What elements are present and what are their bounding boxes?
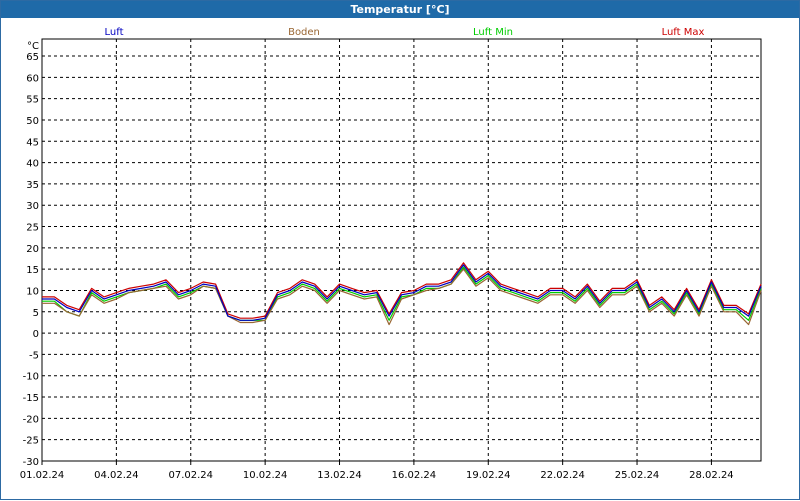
temperature-chart: 65605550454035302520151050-5-10-15-20-25… [20,27,762,481]
y-tick-label: 60 [26,73,39,84]
x-tick-label: 10.02.24 [243,470,288,481]
x-tick-label: 16.02.24 [392,470,437,481]
x-tick-label: 13.02.24 [317,470,362,481]
y-tick-label: 45 [26,137,39,148]
y-tick-label: 5 [33,308,39,319]
y-axis-unit-label: °C [27,41,39,52]
x-tick-label: 04.02.24 [94,470,139,481]
chart-window: Temperatur [°C] 65 60 55 50 45 40 35 30 25 20 15 10… [0,0,800,500]
y-tick-label: 15 [26,265,39,276]
y-tick-label: 50 [26,116,39,127]
y-tick-label: -15 [23,393,39,404]
y-tick-label: 20 [26,244,39,255]
x-tick-label: 22.02.24 [540,470,585,481]
y-tick-label: 25 [26,223,39,234]
y-tick-label: -30 [23,457,39,468]
x-tick-label: 07.02.24 [168,470,213,481]
legend-item-boden: Boden [288,27,320,38]
y-tick-label: 0 [33,329,39,340]
legend-item-luft-max: Luft Max [662,27,705,38]
y-tick-label: -10 [23,372,39,383]
x-tick-label: 19.02.24 [466,470,511,481]
x-tick-label: 25.02.24 [615,470,660,481]
y-tick-label: -25 [23,436,39,447]
plot-area [41,38,762,462]
x-tick-label: 28.02.24 [689,470,734,481]
y-tick-label: 30 [26,201,39,212]
y-tick-label: 55 [26,95,39,106]
y-tick-label: -5 [29,350,39,361]
x-tick-label: 01.02.24 [20,470,65,481]
y-tick-label: 40 [26,159,39,170]
legend-item-luft-min: Luft Min [473,27,513,38]
y-tick-label: 65 [26,52,39,63]
y-tick-label: 10 [26,286,39,297]
legend-item-luft: Luft [105,27,124,38]
y-tick-label: -20 [23,414,39,425]
y-tick-label: 35 [26,180,39,191]
